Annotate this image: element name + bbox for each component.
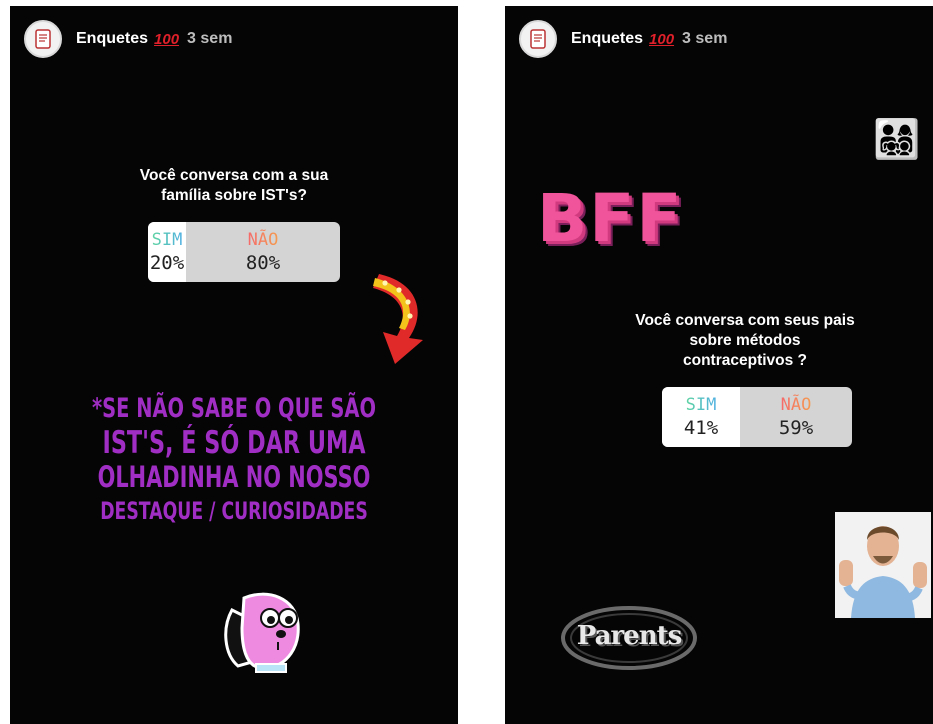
poll-question: Você conversa com seus pais sobre método…	[605, 311, 885, 371]
poll-question-line: sobre métodos	[689, 332, 801, 349]
parents-logo: Parents	[559, 603, 699, 673]
poll-question: Você conversa com a sua família sobre IS…	[10, 166, 458, 206]
note-line: IST'S, É SÓ DAR UMA	[102, 425, 366, 461]
hundred-points-icon: 100	[154, 30, 180, 48]
poll-no-label: NÃO	[780, 395, 812, 415]
poll-question-line: família sobre IST's?	[161, 187, 307, 204]
poll-option-no[interactable]: NÃO 59%	[740, 387, 852, 447]
poll-no-label: NÃO	[247, 230, 279, 250]
bff-sticker[interactable]: BFF	[537, 180, 683, 257]
hundred-points-icon: 100	[649, 30, 675, 48]
story-header: Enquetes 100 3 sem	[519, 20, 727, 58]
parents-logo-text: Parents	[576, 621, 683, 651]
note-line: *SE NÃO SABE O QUE SÃO	[92, 393, 376, 424]
post-time: 3 sem	[682, 30, 728, 47]
note-line: DESTAQUE / CURIOSIDADES	[100, 497, 368, 525]
poll-question-line: Você conversa com seus pais	[635, 312, 855, 329]
poll-yes-label: SIM	[685, 395, 717, 415]
avatar[interactable]	[519, 20, 557, 58]
poll-yes-percent: 41%	[683, 417, 719, 439]
poll-no-percent: 59%	[778, 417, 814, 439]
poll-question-line: Você conversa com a sua	[139, 167, 329, 184]
story-header: Enquetes 100 3 sem	[24, 20, 232, 58]
poll-yes-percent: 20%	[149, 252, 185, 274]
story-2[interactable]: Enquetes 100 3 sem 👨‍👩‍👧‍👦 BFF Você conv…	[505, 6, 933, 724]
family-emoji: 👨‍👩‍👧‍👦	[873, 119, 921, 161]
poll-widget[interactable]: SIM 20% NÃO 80%	[148, 222, 340, 282]
notebook-icon	[530, 29, 546, 49]
poll-yes-label: SIM	[151, 230, 183, 250]
story-1[interactable]: Enquetes 100 3 sem Você conversa com a s…	[10, 6, 458, 724]
arrow-sticker[interactable]	[365, 268, 435, 366]
poll-option-no[interactable]: NÃO 80%	[186, 222, 340, 282]
man-hands-up-sticker[interactable]	[835, 512, 931, 618]
poll-question-line: contraceptivos ?	[682, 352, 808, 369]
poll-option-yes[interactable]: SIM 41%	[662, 387, 740, 447]
notebook-icon	[35, 29, 51, 49]
poll-option-yes[interactable]: SIM 20%	[148, 222, 186, 282]
note-line: OLHADINHA NO NOSSO	[97, 460, 371, 494]
avatar[interactable]	[24, 20, 62, 58]
poll-widget[interactable]: SIM 41% NÃO 59%	[662, 387, 852, 447]
poll-no-percent: 80%	[245, 252, 281, 274]
highlight-note: *SE NÃO SABE O QUE SÃO IST'S, É SÓ DAR U…	[73, 392, 396, 528]
account-name[interactable]: Enquetes	[571, 30, 643, 48]
post-time: 3 sem	[187, 30, 233, 47]
dog-sticker[interactable]	[218, 588, 310, 674]
account-name[interactable]: Enquetes	[76, 30, 148, 48]
